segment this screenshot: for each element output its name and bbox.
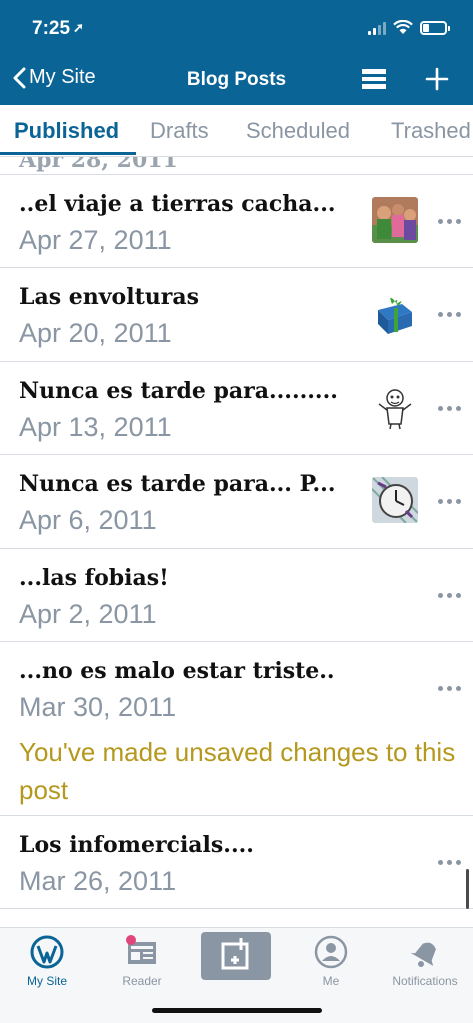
home-indicator	[152, 1008, 322, 1013]
cellular-signal-icon	[368, 21, 386, 35]
gift-box-image	[372, 290, 418, 336]
page-title: Blog Posts	[186, 69, 287, 90]
post-row[interactable]: Nunca es tarde para... P... Apr 6, 2011	[0, 455, 473, 549]
tab-reader[interactable]: Reader	[95, 934, 189, 988]
post-date: Apr 20, 2011	[19, 318, 172, 348]
bell-icon	[407, 934, 443, 970]
more-options-icon[interactable]	[438, 406, 462, 414]
tab-label: Me	[322, 974, 340, 988]
tab-trashed[interactable]: Trashed	[391, 118, 471, 144]
plus-icon[interactable]	[425, 67, 449, 91]
people-photo	[372, 197, 418, 243]
more-options-icon[interactable]	[438, 860, 462, 868]
battery-icon	[420, 20, 450, 35]
partial-post-date: Apr 28, 2011	[19, 157, 178, 173]
status-time: 7:25 ➚	[32, 18, 84, 40]
post-title: ..el viaje a tierras cacha...	[19, 191, 336, 217]
post-row[interactable]: ..el viaje a tierras cacha... Apr 27, 20…	[0, 175, 473, 268]
post-title: ...no es malo estar triste..	[19, 658, 335, 684]
post-date: Apr 2, 2011	[19, 599, 157, 629]
scrollbar[interactable]	[466, 869, 469, 909]
status-time-text: 7:25	[32, 18, 71, 39]
tab-published[interactable]: Published	[14, 118, 119, 144]
tab-my-site[interactable]: My Site	[0, 934, 94, 988]
more-options-icon[interactable]	[438, 686, 462, 694]
more-options-icon[interactable]	[438, 219, 462, 227]
tab-notifications[interactable]: Notifications	[378, 934, 472, 988]
list-item-partial[interactable]: Apr 28, 2011	[0, 157, 473, 175]
reader-icon	[124, 934, 160, 970]
compose-icon	[221, 938, 249, 970]
status-icons	[368, 20, 450, 35]
post-row[interactable]: ...no es malo estar triste.. Mar 30, 201…	[0, 642, 473, 816]
post-thumbnail	[372, 384, 418, 430]
person-icon	[313, 934, 349, 970]
post-thumbnail	[372, 290, 418, 336]
post-title: Nunca es tarde para... P...	[19, 471, 336, 497]
post-thumbnail	[372, 197, 418, 243]
post-row[interactable]: ...las fobias! Apr 2, 2011	[0, 549, 473, 642]
location-arrow-icon: ➚	[73, 20, 84, 35]
post-row[interactable]: Las envolturas Apr 20, 2011	[0, 268, 473, 362]
post-date: Apr 27, 2011	[19, 225, 172, 255]
app-header: 7:25 ➚ My Site Blog Posts	[0, 0, 473, 105]
more-options-icon[interactable]	[438, 312, 462, 320]
wifi-icon	[393, 20, 413, 34]
tab-label: My Site	[26, 974, 67, 988]
unread-badge	[126, 935, 136, 945]
tab-me[interactable]: Me	[284, 934, 378, 988]
battery-fill	[423, 23, 429, 32]
cartoon-sketch-image	[372, 384, 418, 430]
post-date: Apr 6, 2011	[19, 505, 157, 535]
post-title: Las envolturas	[19, 284, 199, 310]
post-thumbnail	[372, 477, 418, 523]
list-layout-icon[interactable]	[362, 68, 386, 90]
tab-scheduled[interactable]: Scheduled	[246, 118, 350, 144]
post-date: Mar 26, 2011	[19, 866, 177, 896]
clock-image	[372, 477, 418, 523]
more-options-icon[interactable]	[438, 499, 462, 507]
post-list[interactable]: Apr 28, 2011 ..el viaje a tierras cacha.…	[0, 157, 473, 927]
unsaved-changes-warning: You've made unsaved changes to this post	[19, 737, 456, 805]
post-date: Apr 13, 2011	[19, 412, 172, 442]
post-title: Los infomercials....	[19, 832, 254, 858]
tab-label: Reader	[122, 974, 162, 988]
post-date: Mar 30, 2011	[19, 692, 177, 722]
wordpress-icon	[29, 934, 65, 970]
more-options-icon[interactable]	[438, 593, 462, 601]
tab-drafts[interactable]: Drafts	[150, 118, 209, 144]
post-title: ...las fobias!	[19, 565, 169, 591]
post-title: Nunca es tarde para.........	[19, 378, 338, 404]
compose-button[interactable]	[201, 932, 271, 980]
post-status-tabs: Published Drafts Scheduled Trashed	[0, 105, 473, 157]
post-row[interactable]: Los infomercials.... Mar 26, 2011	[0, 816, 473, 909]
active-tab-indicator	[0, 152, 136, 155]
tab-label: Notifications	[392, 974, 458, 988]
post-row[interactable]: Nunca es tarde para......... Apr 13, 201…	[0, 362, 473, 455]
